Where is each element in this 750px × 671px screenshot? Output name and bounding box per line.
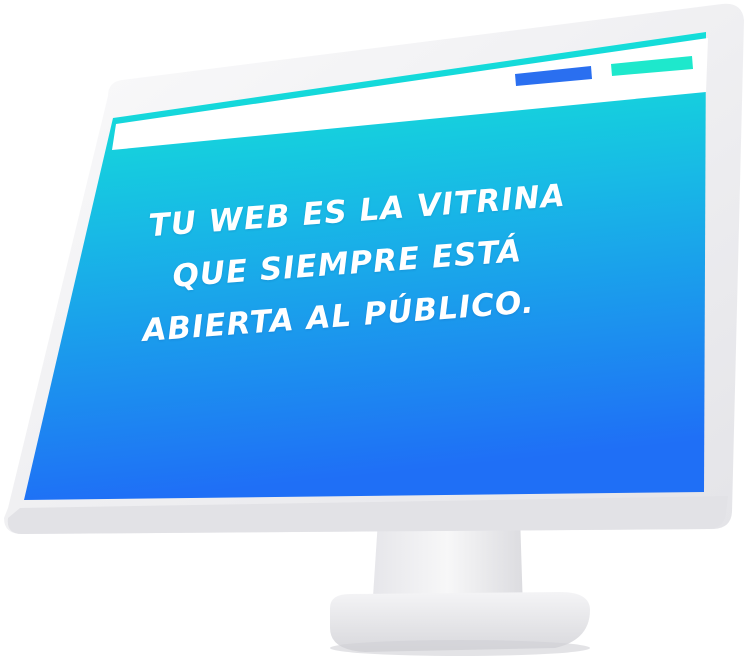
monitor-illustration: TU WEB ES LA VITRINA QUE SIEMPRE ESTÁ AB… bbox=[0, 0, 750, 671]
